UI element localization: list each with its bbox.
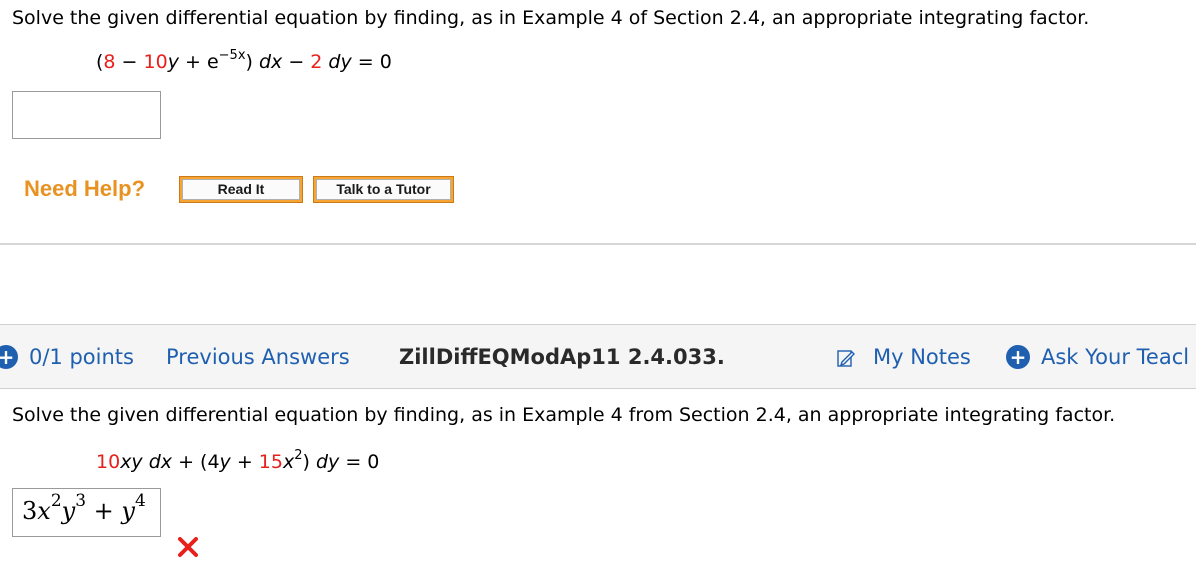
need-help-label: Need Help? xyxy=(24,176,146,201)
question-2-answer-value: 3x2y3 + y4 xyxy=(22,491,146,526)
talk-to-tutor-label: Talk to a Tutor xyxy=(316,179,451,200)
question-2-equation: 10xy dx + (4y + 15x2) dy = 0 xyxy=(96,447,380,473)
read-it-label: Read It xyxy=(182,179,300,200)
question-id: ZillDiffEQModAp11 2.4.033. xyxy=(399,345,725,369)
previous-answers-link[interactable]: Previous Answers xyxy=(166,345,350,369)
question-1-answer-input[interactable] xyxy=(12,91,161,139)
notes-icon[interactable] xyxy=(836,348,856,372)
x-mark-icon xyxy=(176,536,200,562)
read-it-button[interactable]: Read It xyxy=(179,176,303,203)
question-2-prompt: Solve the given differential equation by… xyxy=(12,404,1116,426)
question-1-equation: (8 − 10y + e−5x) dx − 2 dy = 0 xyxy=(96,47,392,73)
section-divider xyxy=(0,243,1196,245)
talk-to-tutor-button[interactable]: Talk to a Tutor xyxy=(313,176,454,203)
my-notes-link[interactable]: My Notes xyxy=(873,345,971,369)
question-1-prompt: Solve the given differential equation by… xyxy=(12,7,1090,29)
points-label: 0/1 points xyxy=(29,345,134,369)
ask-your-teacher-link[interactable]: Ask Your Teacl xyxy=(1041,345,1189,369)
ask-plus-icon[interactable]: + xyxy=(1006,345,1030,369)
